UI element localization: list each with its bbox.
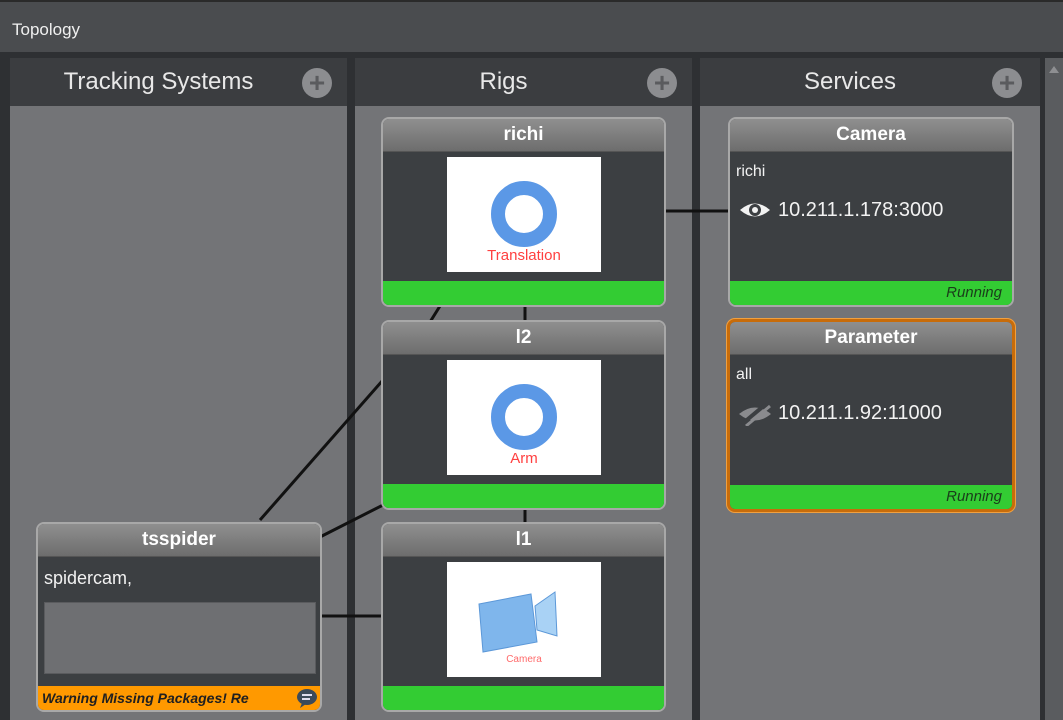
warning-bar: Warning Missing Packages! Re xyxy=(38,686,320,710)
comment-icon[interactable] xyxy=(296,688,318,708)
service-title: Parameter xyxy=(730,322,1012,355)
rig-status-bar xyxy=(383,484,664,508)
column-title: Tracking Systems xyxy=(63,68,254,95)
rig-image-label: Translation xyxy=(487,247,561,264)
service-address: 10.211.1.92:11000 xyxy=(778,402,942,424)
service-node-parameter[interactable]: Parameter all 10.211.1.92:11000 Running xyxy=(727,319,1015,512)
service-rig-name: all xyxy=(736,366,753,383)
rig-image: Camera xyxy=(447,562,601,677)
rig-title: l1 xyxy=(383,524,664,557)
column-header: Services + xyxy=(700,58,1040,106)
rig-node-l1[interactable]: l1 Camera xyxy=(381,522,666,712)
rig-status-bar xyxy=(383,281,664,305)
add-rig-button[interactable]: + xyxy=(647,68,677,98)
add-service-button[interactable]: + xyxy=(992,68,1022,98)
service-rig-name: richi xyxy=(736,163,766,180)
rig-image: Translation xyxy=(447,157,601,272)
rig-status-bar xyxy=(383,686,664,710)
window-titlebar: Topology xyxy=(0,0,1063,52)
ring-icon xyxy=(491,384,557,450)
scroll-up-icon[interactable] xyxy=(1049,66,1059,73)
column-title: Services xyxy=(803,68,897,95)
tracking-system-node-tsspider[interactable]: tsspider spidercam, Warning Missing Pack… xyxy=(36,522,322,712)
rig-node-l2[interactable]: l2 Arm xyxy=(381,320,666,510)
service-node-camera[interactable]: Camera richi 10.211.1.178:3000 Running xyxy=(728,117,1014,307)
rig-image-label: Arm xyxy=(510,450,538,467)
window-title: Topology xyxy=(12,20,81,39)
service-status: Running xyxy=(730,485,1012,509)
rig-title: l2 xyxy=(383,322,664,355)
rig-image: Arm xyxy=(447,360,601,475)
column-header: Rigs + xyxy=(355,58,692,106)
warning-text: Warning Missing Packages! Re xyxy=(42,690,249,706)
add-tracking-system-button[interactable]: + xyxy=(302,68,332,98)
tracking-system-preview xyxy=(44,602,316,674)
service-title: Camera xyxy=(730,119,1012,152)
tracking-system-title: tsspider xyxy=(38,524,320,557)
column-title: Rigs xyxy=(479,68,528,95)
tracking-system-description: spidercam, xyxy=(44,568,133,588)
service-status: Running xyxy=(730,281,1012,305)
rig-image-label: Camera xyxy=(506,654,542,665)
column-header: Tracking Systems + xyxy=(10,58,347,106)
eye-icon[interactable] xyxy=(738,199,772,221)
rig-title: richi xyxy=(383,119,664,152)
ring-icon xyxy=(491,181,557,247)
service-address: 10.211.1.178:3000 xyxy=(778,199,944,221)
eye-hidden-icon[interactable] xyxy=(736,402,774,426)
vertical-scrollbar[interactable] xyxy=(1045,58,1063,720)
rig-node-richi[interactable]: richi Translation xyxy=(381,117,666,307)
